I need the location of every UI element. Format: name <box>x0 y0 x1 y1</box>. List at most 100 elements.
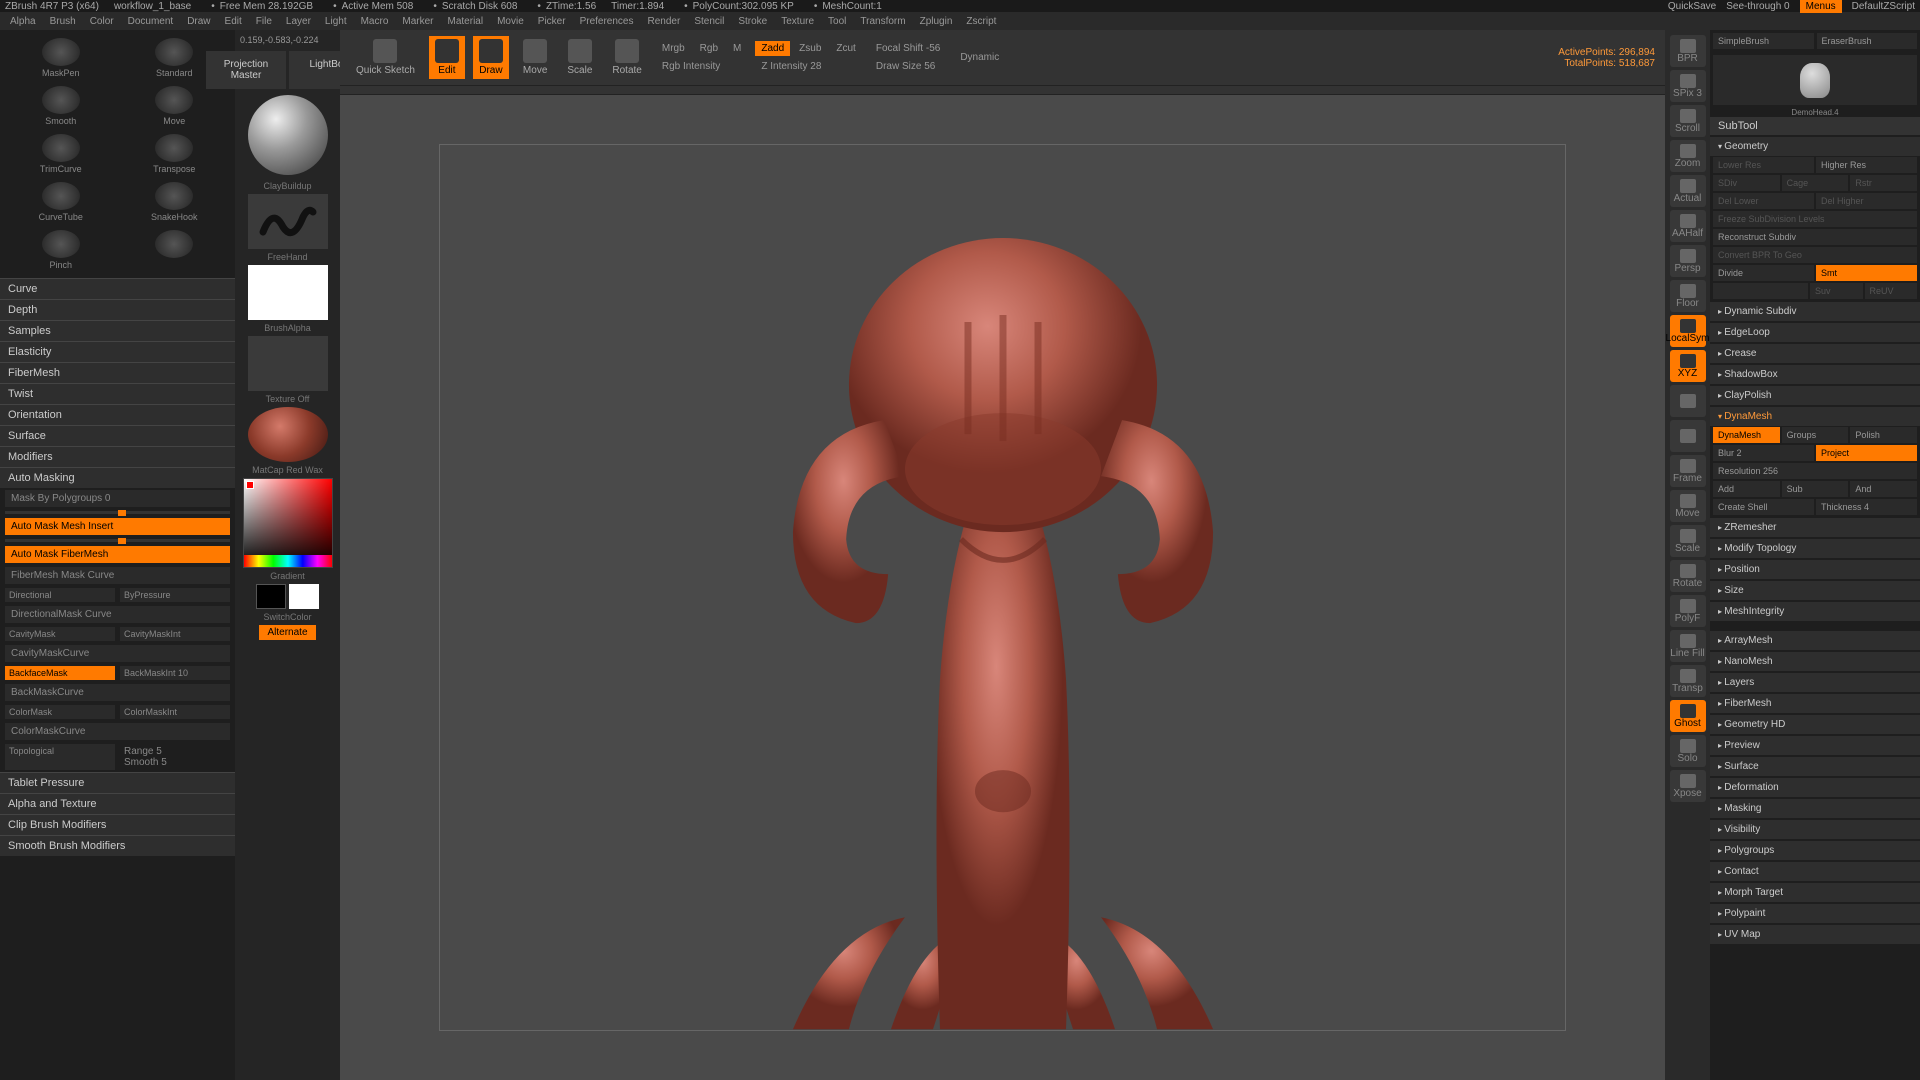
freeze-subdiv[interactable]: Freeze SubDivision Levels <box>1713 211 1917 227</box>
nav-scale[interactable]: Scale <box>1670 525 1706 557</box>
subtool-header[interactable]: SubTool <box>1710 117 1920 135</box>
modify-topology-section[interactable]: Modify Topology <box>1710 539 1920 558</box>
edgeloop-section[interactable]: EdgeLoop <box>1710 323 1920 342</box>
and-mode[interactable]: And <box>1850 481 1917 497</box>
cavity-curve[interactable]: CavityMaskCurve <box>5 645 230 662</box>
menu-draw[interactable]: Draw <box>187 16 210 27</box>
brush-move[interactable]: Move <box>119 83 231 129</box>
quicksketch-button[interactable]: Quick Sketch <box>350 36 421 79</box>
menu-marker[interactable]: Marker <box>402 16 433 27</box>
smooth-slider[interactable]: Smooth 5 <box>124 757 226 768</box>
nav-persp[interactable]: Persp <box>1670 245 1706 277</box>
size-section[interactable]: Size <box>1710 581 1920 600</box>
section-curve[interactable]: Curve <box>0 278 235 299</box>
nav-xpose[interactable]: Xpose <box>1670 770 1706 802</box>
eraser-brush-tool[interactable]: EraserBrush <box>1817 33 1918 49</box>
mask-polygroups[interactable]: Mask By Polygroups 0 <box>5 490 230 507</box>
menu-render[interactable]: Render <box>648 16 681 27</box>
section-elasticity[interactable]: Elasticity <box>0 341 235 362</box>
matcap-preview[interactable] <box>248 407 328 462</box>
edit-button[interactable]: Edit <box>429 36 465 79</box>
menu-edit[interactable]: Edit <box>225 16 242 27</box>
mesh-integrity-section[interactable]: MeshIntegrity <box>1710 602 1920 621</box>
simple-brush-tool[interactable]: SimpleBrush <box>1713 33 1814 49</box>
geometry-section[interactable]: Geometry <box>1710 137 1920 156</box>
lower-res[interactable]: Lower Res <box>1713 157 1814 173</box>
backface-mask[interactable]: BackfaceMask <box>5 666 115 680</box>
m-toggle[interactable]: M <box>727 41 747 56</box>
nav-ghost[interactable]: Ghost <box>1670 700 1706 732</box>
brush-snakehook[interactable]: SnakeHook <box>119 179 231 225</box>
color-curve[interactable]: ColorMaskCurve <box>5 723 230 740</box>
canvas[interactable] <box>340 95 1665 1080</box>
polygroups-slider[interactable] <box>5 511 230 514</box>
dir-pressure[interactable]: ByPressure <box>120 588 230 602</box>
thickness-slider[interactable]: Thickness 4 <box>1816 499 1917 515</box>
dynamic-toggle[interactable]: Dynamic <box>954 50 1005 65</box>
divide-button[interactable]: Divide <box>1713 265 1814 281</box>
nav-scroll[interactable]: Scroll <box>1670 105 1706 137</box>
seethrough-slider[interactable]: See-through 0 <box>1726 1 1789 12</box>
menu-layer[interactable]: Layer <box>286 16 311 27</box>
zremesher-section[interactable]: ZRemesher <box>1710 518 1920 537</box>
texture-preview[interactable] <box>248 336 328 391</box>
directional-toggle[interactable]: Directional <box>5 588 115 602</box>
menu-transform[interactable]: Transform <box>860 16 905 27</box>
dir-curve[interactable]: DirectionalMask Curve <box>5 606 230 623</box>
rp-section-fibermesh[interactable]: FiberMesh <box>1710 694 1920 713</box>
section-modifiers[interactable]: Modifiers <box>0 446 235 467</box>
rp-section-geometry-hd[interactable]: Geometry HD <box>1710 715 1920 734</box>
dynamesh-section[interactable]: DynaMesh <box>1710 407 1920 426</box>
section-depth[interactable]: Depth <box>0 299 235 320</box>
nav-polyf[interactable]: PolyF <box>1670 595 1706 627</box>
nav-floor[interactable]: Floor <box>1670 280 1706 312</box>
menu-color[interactable]: Color <box>90 16 114 27</box>
menu-document[interactable]: Document <box>128 16 174 27</box>
menu-tool[interactable]: Tool <box>828 16 846 27</box>
rp-section-polygroups[interactable]: Polygroups <box>1710 841 1920 860</box>
nav-solo[interactable]: Solo <box>1670 735 1706 767</box>
add-mode[interactable]: Add <box>1713 481 1780 497</box>
nav-zoom[interactable]: Zoom <box>1670 140 1706 172</box>
fiber-curve[interactable]: FiberMesh Mask Curve <box>5 567 230 584</box>
rp-section-layers[interactable]: Layers <box>1710 673 1920 692</box>
resolution-slider[interactable]: Resolution 256 <box>1713 463 1917 479</box>
groups-toggle[interactable]: Groups <box>1782 427 1849 443</box>
crease-section[interactable]: Crease <box>1710 344 1920 363</box>
focal-shift[interactable]: Focal Shift -56 <box>870 41 946 56</box>
shadowbox-section[interactable]: ShadowBox <box>1710 365 1920 384</box>
rp-section-masking[interactable]: Masking <box>1710 799 1920 818</box>
cage[interactable]: Cage <box>1782 175 1849 191</box>
brush-maskpen[interactable]: MaskPen <box>5 35 117 81</box>
dynamesh-button[interactable]: DynaMesh <box>1713 427 1780 443</box>
polish-toggle[interactable]: Polish <box>1850 427 1917 443</box>
gradient-label[interactable]: Gradient <box>270 571 305 581</box>
cavity-mask[interactable]: CavityMask <box>5 627 115 641</box>
nav-bpr[interactable]: BPR <box>1670 35 1706 67</box>
z-intensity[interactable]: Z Intensity 28 <box>755 59 861 74</box>
del-lower[interactable]: Del Lower <box>1713 193 1814 209</box>
section-orientation[interactable]: Orientation <box>0 404 235 425</box>
position-section[interactable]: Position <box>1710 560 1920 579</box>
range-slider[interactable]: Range 5 <box>124 746 226 757</box>
zsub-toggle[interactable]: Zsub <box>793 41 827 56</box>
sdiv[interactable]: SDiv <box>1713 175 1780 191</box>
brush-trimcurve[interactable]: TrimCurve <box>5 131 117 177</box>
nav-transp[interactable]: Transp <box>1670 665 1706 697</box>
topological[interactable]: Topological <box>5 744 115 770</box>
color-picker[interactable] <box>243 478 333 568</box>
quicksave-button[interactable]: QuickSave <box>1668 1 1716 12</box>
brush-smooth[interactable]: Smooth <box>5 83 117 129</box>
insert-slider[interactable] <box>5 539 230 542</box>
rp-section-deformation[interactable]: Deformation <box>1710 778 1920 797</box>
draw-button[interactable]: Draw <box>473 36 509 79</box>
reconstruct-subdiv[interactable]: Reconstruct Subdiv <box>1713 229 1917 245</box>
timeline[interactable] <box>340 85 1665 95</box>
rp-section-morph-target[interactable]: Morph Target <box>1710 883 1920 902</box>
nav-btn10[interactable] <box>1670 385 1706 417</box>
backface-curve[interactable]: BackMaskCurve <box>5 684 230 701</box>
section-clip-brush-modifiers[interactable]: Clip Brush Modifiers <box>0 814 235 835</box>
switch-color[interactable]: SwitchColor <box>263 612 311 622</box>
move-button[interactable]: Move <box>517 36 553 79</box>
menu-picker[interactable]: Picker <box>538 16 566 27</box>
